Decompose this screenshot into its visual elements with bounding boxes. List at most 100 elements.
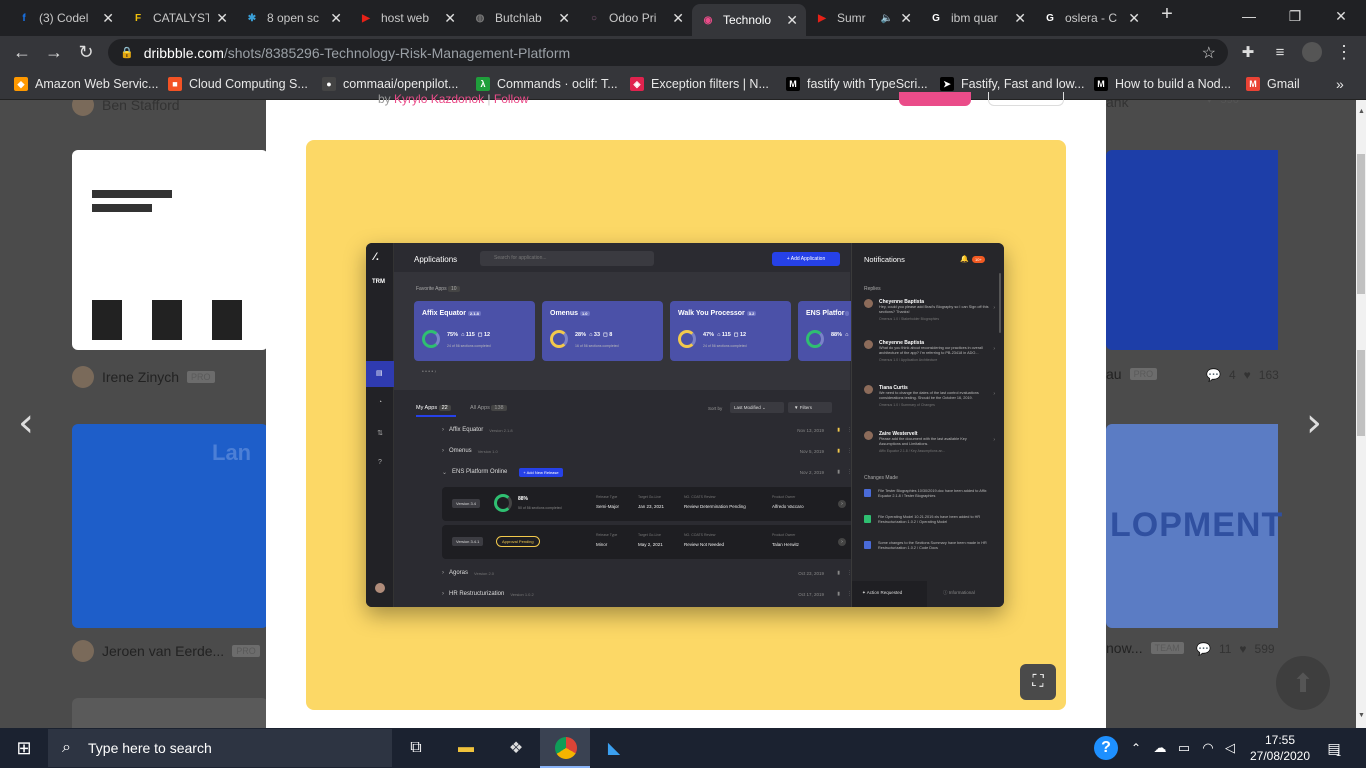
tab-action-requested[interactable]: ✦ Action Requested [852,581,927,607]
wifi-icon[interactable]: ◠ [1196,736,1220,760]
notification-item[interactable]: Tiana Curtis We need to change the dates … [864,385,995,408]
change-item[interactable]: File Tester Biographies 10/30/2019.doc h… [864,489,989,499]
bookmark-flag-icon[interactable]: ▮ [837,469,840,475]
designer-name-1[interactable]: Irene Zinych PRO [72,366,215,388]
notification-center-icon[interactable]: ▤ [1322,736,1346,760]
app-list-row[interactable]: ⌄ ENS Platform Online + Add New Release Nov… [442,463,852,481]
bookmark-flag-icon[interactable]: ▮ [837,448,840,454]
bookmark-item[interactable]: ➤ Fastify, Fast and low... [940,75,1084,93]
like-button[interactable] [899,92,971,106]
expand-chevron-icon[interactable]: › [442,427,444,433]
close-tab-icon[interactable]: ✕ [672,10,684,27]
bookmark-item[interactable]: ● commaai/openpilot... [322,75,458,93]
page-scrollbar[interactable]: ▲ ▼ [1356,100,1366,728]
fullscreen-icon[interactable]: ⛶ [1020,664,1056,700]
favorite-app-card[interactable]: Affix Equator 2.1.8 75% ⌂ 115 ◻ 12 24 of 5… [414,301,535,361]
designer-name-right-1[interactable]: au PRO [1106,366,1158,382]
chrome-taskbar-button[interactable] [540,728,590,768]
notification-open-icon[interactable]: › [993,346,995,352]
forward-icon[interactable]: → [42,40,66,64]
rail-item-applications[interactable]: ▤ [366,361,394,387]
user-avatar[interactable] [375,583,385,593]
rail-sort-icon[interactable]: ⇅ [374,429,386,441]
tab-4[interactable]: ◍ Butchlab ✕ [464,4,578,32]
previous-shot-arrow[interactable]: ‹ [18,400,34,446]
app-list-row[interactable]: › Affix Equator Version 2.1.8 Nov 13, 2019 ▮… [442,421,852,439]
expand-chevron-icon[interactable]: ⌄ [442,469,447,476]
shot-thumbnail-left-1[interactable] [72,150,268,350]
app-list-row[interactable]: › Agoras Version 2.0 Oct 23, 2019 ▮ ⋮ [442,564,852,582]
bookmark-star-icon[interactable]: ☆ [1202,43,1216,63]
change-item[interactable]: File Operating Model 10.21.2019.xls have… [864,515,989,525]
taskbar-search-input[interactable]: ⌕ Type here to search [48,729,392,767]
release-card[interactable]: Version 3.4.1 Approval Pending Release Typ… [442,525,862,559]
shot-thumbnail-left-3[interactable] [72,698,268,728]
vscode-icon[interactable]: ◣ [602,736,626,760]
close-tab-icon[interactable]: ✕ [102,10,114,27]
favorite-app-card[interactable]: Omenus 1.0 28% ⌂ 33 ◻ 8 16 of 56 sections … [542,301,663,361]
taskbar-clock[interactable]: 17:55 27/08/2020 [1244,732,1316,764]
notifications-scrollbar[interactable] [999,273,1001,333]
maximize-button[interactable]: ❐ [1272,4,1318,28]
bookmark-flag-icon[interactable]: ▮ [837,427,840,433]
filters-button[interactable]: ▼ Filters [788,402,832,413]
release-open-icon[interactable]: › [838,538,846,546]
notification-open-icon[interactable]: › [993,391,995,397]
expand-chevron-icon[interactable]: › [442,570,444,576]
bookmark-item[interactable]: λ Commands · oclif: T... [476,75,618,93]
rail-help-icon[interactable]: ? [374,459,386,471]
bookmark-flag-icon[interactable]: ▮ [837,570,840,576]
close-window-button[interactable]: ✕ [1318,4,1364,28]
close-tab-icon[interactable]: ✕ [444,10,456,27]
dropbox-icon[interactable]: ❖ [504,736,528,760]
menu-icon[interactable]: ⋮ [1332,40,1356,64]
notification-open-icon[interactable]: › [993,437,995,443]
more-bookmarks-icon[interactable]: » [1336,75,1344,93]
tab-6[interactable]: ◉ Technolo ✕ [692,4,806,36]
bookmark-item[interactable]: M How to build a Nod... [1094,75,1231,93]
tab-9[interactable]: Goslera - C ✕ [1034,4,1148,32]
release-card[interactable]: Version 3.4 88% 50 of 56 sections complete… [442,487,862,521]
shot-thumbnail-right-2[interactable]: LOPMENT [1106,424,1282,628]
tab-1[interactable]: F CATALYST ✕ [122,4,236,32]
battery-icon[interactable]: ▭ [1172,736,1196,760]
notification-item[interactable]: Cheyenne Baptista Hey, could you please a… [864,299,995,322]
expand-chevron-icon[interactable]: › [442,591,444,597]
tray-chevron-icon[interactable]: ⌃ [1124,736,1148,760]
notification-item[interactable]: Zaire Westervelt Please add the document … [864,431,995,454]
tab-5[interactable]: ○ Odoo Pri ✕ [578,4,692,32]
bookmark-flag-icon[interactable]: ▮ [837,591,840,597]
bell-icon[interactable]: 🔔 [960,255,969,263]
tab-7[interactable]: ▶ Sumr 🔈 ✕ [806,4,920,32]
task-view-icon[interactable]: ⧉ [404,736,428,760]
volume-icon[interactable]: ◁ [1218,736,1242,760]
change-item[interactable]: Some changes to the Sections Summary hav… [864,541,989,551]
bookmark-item[interactable]: ◆ Amazon Web Servic... [14,75,158,93]
minimize-button[interactable]: — [1226,4,1272,28]
scroll-to-top-button[interactable]: ⬆ [1276,656,1330,710]
app-list-row[interactable]: › Omenus Version 1.0 Nov 5, 2019 ▮ ⋮ [442,442,852,460]
app-search-input[interactable]: Search for application... [480,251,654,266]
notification-open-icon[interactable]: › [993,305,995,311]
tab-8[interactable]: Gibm quar ✕ [920,4,1034,32]
expand-chevron-icon[interactable]: › [442,448,444,454]
close-tab-icon[interactable]: ✕ [330,10,342,27]
tab-my-apps[interactable]: My Apps 22 [416,405,451,411]
tab-2[interactable]: ✱ 8 open sc ✕ [236,4,350,32]
add-application-button[interactable]: + Add Application [772,252,840,266]
carousel-dots[interactable]: • • • • › [422,369,436,375]
tab-all-apps[interactable]: All Apps 138 [470,405,507,411]
media-control-icon[interactable]: ≡ [1268,40,1292,64]
tab-3[interactable]: ▶ host web ✕ [350,4,464,32]
close-tab-icon[interactable]: ✕ [1014,10,1026,27]
profile-avatar[interactable] [1300,40,1324,64]
release-open-icon[interactable]: › [838,500,846,508]
close-tab-icon[interactable]: ✕ [786,12,798,29]
back-icon[interactable]: ← [10,40,34,64]
app-list-row[interactable]: › HR Restructurization Version 1.0.2 Oct 17… [442,585,852,603]
close-tab-icon[interactable]: ✕ [558,10,570,27]
address-bar[interactable]: 🔒 dribbble.com/shots/8385296-Technology-… [108,39,1228,66]
new-tab-button[interactable]: + [1144,2,1190,26]
shot-thumbnail-left-2[interactable]: Lan [72,424,268,628]
windows-start-icon[interactable]: ⊞ [12,736,36,760]
